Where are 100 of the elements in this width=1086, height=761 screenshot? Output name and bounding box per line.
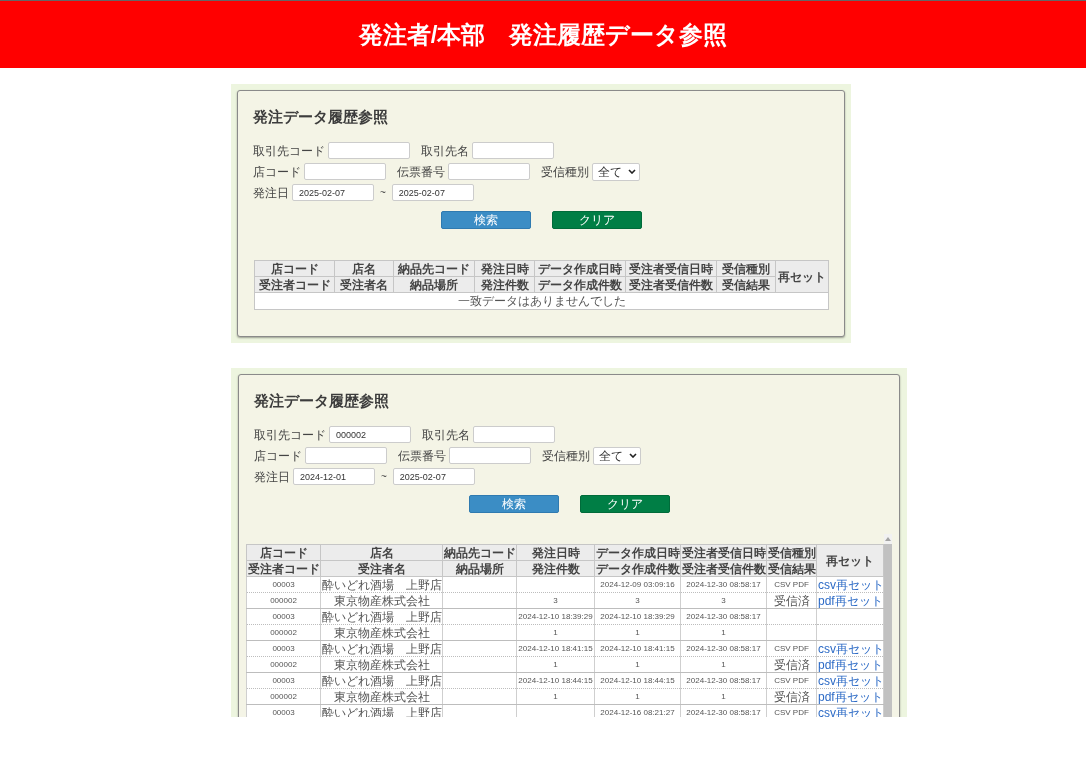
column-header: データ作成日時: [594, 544, 681, 561]
field-label: 発注日: [253, 186, 289, 199]
column-header: 受注者受信日時: [625, 260, 717, 277]
input-field[interactable]: [448, 163, 530, 180]
column-header: 店名: [334, 260, 394, 277]
field-label: 取引先コード: [253, 144, 325, 157]
table-cell: 酔いどれ酒場 上野店: [320, 608, 443, 625]
column-header: 受注者受信日時: [680, 544, 767, 561]
column-header: 店コード: [246, 544, 321, 561]
table-cell: 3: [594, 592, 681, 609]
chevron-down-icon: [629, 453, 637, 458]
reset-link[interactable]: pdf再セット: [818, 593, 883, 608]
table-cell: 1: [516, 656, 595, 673]
table-cell: 1: [594, 656, 681, 673]
receive-type-select[interactable]: 全て: [592, 162, 640, 181]
date-field[interactable]: 2025-02-07: [391, 184, 474, 201]
table-cell: 2024-12-30 08:58:17: [680, 640, 767, 657]
field-label: 取引先名: [422, 428, 470, 441]
date-range-separator: ~: [380, 187, 386, 198]
reset-link[interactable]: csv再セット: [818, 577, 884, 592]
clear-button[interactable]: クリア: [579, 495, 670, 513]
input-field[interactable]: [472, 142, 554, 159]
table-cell: 00003: [246, 576, 321, 593]
reset-link[interactable]: csv再セット: [818, 641, 884, 656]
table-cell: 1: [680, 688, 767, 705]
empty-message: 一致データはありませんでした: [254, 292, 829, 310]
table-cell: 00003: [246, 672, 321, 689]
table-cell: 東京物産株式会社: [320, 624, 443, 641]
column-header: データ作成日時: [534, 260, 626, 277]
table-cell: 2024-12-10 18:44:15: [594, 672, 681, 689]
table-cell: 東京物産株式会社: [320, 656, 443, 673]
field-label: 受信種別: [541, 165, 589, 178]
table-cell: 1: [594, 688, 681, 705]
column-header: 納品先コード: [393, 260, 475, 277]
table-cell: 受信済: [766, 656, 817, 673]
date-field[interactable]: 2025-02-07: [392, 468, 475, 485]
column-header: 再セット: [775, 260, 829, 293]
column-header: 受信種別: [716, 260, 776, 277]
input-field[interactable]: [305, 447, 387, 464]
table-cell: 00003: [246, 608, 321, 625]
table-cell: CSV PDF: [766, 672, 817, 689]
table-cell: 酔いどれ酒場 上野店: [320, 576, 443, 593]
table-cell: 000002: [246, 592, 321, 609]
table-cell: 000002: [246, 656, 321, 673]
panel-title: 発注データ履歴参照: [253, 109, 388, 125]
reset-link[interactable]: csv再セット: [818, 673, 884, 688]
table-cell: 3: [516, 592, 595, 609]
scroll-up-arrow-icon: [885, 537, 891, 541]
field-label: 店コード: [253, 165, 301, 178]
table-cell: 1: [680, 624, 767, 641]
table-cell: 2024-12-30 08:58:17: [680, 576, 767, 593]
table-cell: 000002: [246, 688, 321, 705]
receive-type-select[interactable]: 全て: [593, 446, 641, 465]
field-label: 店コード: [254, 449, 302, 462]
table-cell: 受信済: [766, 592, 817, 609]
clear-button[interactable]: クリア: [551, 211, 642, 229]
table-cell: 000002: [246, 624, 321, 641]
field-label: 発注日: [254, 470, 290, 483]
search-button[interactable]: 検索: [468, 495, 559, 513]
table-cell: 受信済: [766, 688, 817, 705]
table-cell: 1: [516, 624, 595, 641]
table-cell: CSV PDF: [766, 576, 817, 593]
table-cell: 2024-12-10 18:41:15: [594, 640, 681, 657]
search-button[interactable]: 検索: [440, 211, 531, 229]
input-field[interactable]: [473, 426, 555, 443]
table-cell: 2024-12-10 18:39:29: [594, 608, 681, 625]
column-header: 納品先コード: [442, 544, 517, 561]
table-cell: 00003: [246, 640, 321, 657]
field-label: 取引先コード: [254, 428, 326, 441]
date-field[interactable]: 2025-02-07: [292, 184, 374, 201]
table-cell: 2024-12-10 18:44:15: [516, 672, 595, 689]
table-cell: 1: [516, 688, 595, 705]
panel-title: 発注データ履歴参照: [254, 393, 389, 409]
table-cell: 2024-12-30 08:58:17: [680, 608, 767, 625]
page-title: 発注者/本部 発注履歴データ参照: [358, 22, 728, 47]
input-field[interactable]: [304, 163, 386, 180]
reset-link[interactable]: pdf再セット: [818, 657, 883, 672]
table-cell: 2024-12-10 18:41:15: [516, 640, 595, 657]
column-header: 再セット: [816, 544, 884, 577]
input-field[interactable]: [449, 447, 531, 464]
date-range-separator: ~: [381, 471, 387, 482]
input-field[interactable]: [328, 142, 410, 159]
chevron-down-icon: [628, 169, 636, 174]
table-cell: 2024-12-30 08:58:17: [680, 672, 767, 689]
table-cell: 東京物産株式会社: [320, 592, 443, 609]
reset-link[interactable]: pdf再セット: [818, 689, 883, 704]
date-field[interactable]: 2024-12-01: [293, 468, 375, 485]
table-cell: 1: [680, 656, 767, 673]
table-cell: 2024-12-09 03:09:16: [594, 576, 681, 593]
column-header: 受信種別: [766, 544, 817, 561]
field-label: 取引先名: [421, 144, 469, 157]
table-cell: 00003: [246, 704, 321, 717]
table-cell: 3: [680, 592, 767, 609]
column-header: 店名: [320, 544, 443, 561]
field-label: 受信種別: [542, 449, 590, 462]
column-header: 発注日時: [516, 544, 595, 561]
field-label: 伝票番号: [397, 165, 445, 178]
input-field[interactable]: 000002: [329, 426, 411, 443]
table-cell: 1: [594, 624, 681, 641]
column-header: 発注日時: [474, 260, 535, 277]
